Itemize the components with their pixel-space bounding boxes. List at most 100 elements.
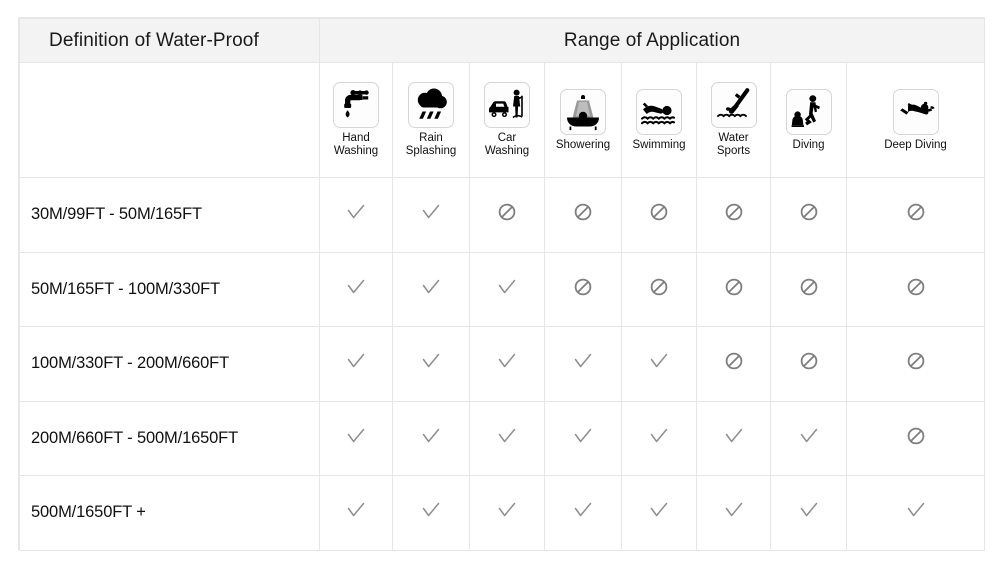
column-header-label-line2: Sports bbox=[716, 145, 751, 157]
check-icon bbox=[648, 425, 670, 447]
check-icon bbox=[723, 499, 745, 521]
column-header-showering-icon[interactable]: Showering bbox=[544, 62, 622, 178]
matrix-cell bbox=[469, 326, 545, 402]
column-header-faucet-hand-washing-icon[interactable]: Hand Washing bbox=[319, 62, 393, 178]
column-header-label-line2: Splashing bbox=[405, 145, 457, 157]
check-icon bbox=[345, 499, 367, 521]
matrix-cell bbox=[621, 326, 697, 402]
matrix-cell bbox=[845, 251, 986, 327]
check-icon bbox=[648, 350, 670, 372]
matrix-cell bbox=[621, 475, 697, 551]
column-header-diving-icon[interactable]: Diving bbox=[770, 62, 847, 178]
column-header-car-washing-icon[interactable]: Car Washing bbox=[469, 62, 545, 178]
matrix-cell bbox=[469, 400, 545, 476]
matrix-cell bbox=[696, 177, 771, 253]
check-icon bbox=[905, 499, 927, 521]
diving-icon bbox=[785, 88, 832, 135]
column-header-rain-cloud-icon[interactable]: Rain Splashing bbox=[392, 62, 470, 178]
matrix-cell bbox=[621, 177, 697, 253]
matrix-cell bbox=[319, 251, 393, 327]
matrix-cell bbox=[770, 251, 847, 327]
table-row: 30M/99FT - 50M/165FT bbox=[19, 177, 986, 253]
matrix-cell bbox=[469, 475, 545, 551]
depth-range-label: 100M/330FT - 200M/660FT bbox=[19, 326, 320, 402]
header-title-row: Definition of Water-Proof Range of Appli… bbox=[19, 18, 986, 63]
prohibited-icon bbox=[648, 201, 670, 223]
matrix-cell bbox=[696, 475, 771, 551]
matrix-cell bbox=[469, 251, 545, 327]
column-header-label-line2: Washing bbox=[333, 145, 379, 157]
check-icon bbox=[798, 425, 820, 447]
check-icon bbox=[572, 350, 594, 372]
matrix-cell bbox=[544, 475, 622, 551]
prohibited-icon bbox=[723, 201, 745, 223]
matrix-table: Definition of Water-Proof Range of Appli… bbox=[19, 18, 986, 551]
check-icon bbox=[345, 350, 367, 372]
check-icon bbox=[420, 276, 442, 298]
check-icon bbox=[420, 499, 442, 521]
prohibited-icon bbox=[572, 201, 594, 223]
column-header-label: Rain bbox=[419, 132, 443, 145]
faucet-hand-washing-icon bbox=[333, 82, 379, 129]
column-header-label: Water bbox=[718, 132, 749, 145]
check-icon bbox=[420, 425, 442, 447]
prohibited-icon bbox=[572, 276, 594, 298]
matrix-cell bbox=[770, 177, 847, 253]
check-icon bbox=[496, 350, 518, 372]
prohibited-icon bbox=[905, 350, 927, 372]
prohibited-icon bbox=[496, 201, 518, 223]
matrix-cell bbox=[845, 326, 986, 402]
prohibited-icon bbox=[723, 350, 745, 372]
matrix-cell bbox=[544, 251, 622, 327]
prohibited-icon bbox=[648, 276, 670, 298]
column-header-label: Car bbox=[497, 132, 517, 145]
check-icon bbox=[345, 425, 367, 447]
depth-range-label: 30M/99FT - 50M/165FT bbox=[19, 177, 320, 253]
range-header-cell: Range of Application bbox=[318, 18, 986, 63]
matrix-cell bbox=[319, 326, 393, 402]
column-header-water-sports-diver-icon[interactable]: Water Sports bbox=[696, 62, 771, 178]
prohibited-icon bbox=[798, 350, 820, 372]
matrix-cell bbox=[392, 326, 470, 402]
check-icon bbox=[572, 425, 594, 447]
check-icon bbox=[420, 350, 442, 372]
column-header-deep-diving-scuba-icon[interactable]: Deep Diving bbox=[845, 62, 986, 178]
matrix-cell bbox=[696, 326, 771, 402]
definition-header-cell: Definition of Water-Proof bbox=[19, 18, 320, 63]
check-icon bbox=[648, 499, 670, 521]
check-icon bbox=[798, 499, 820, 521]
check-icon bbox=[345, 201, 367, 223]
check-icon bbox=[572, 499, 594, 521]
table-row: 100M/330FT - 200M/660FT bbox=[19, 326, 986, 402]
prohibited-icon bbox=[905, 276, 927, 298]
matrix-cell bbox=[845, 475, 986, 551]
check-icon bbox=[496, 425, 518, 447]
prohibited-icon bbox=[798, 276, 820, 298]
matrix-cell bbox=[392, 400, 470, 476]
deep-diving-scuba-icon bbox=[892, 88, 939, 135]
matrix-cell bbox=[319, 177, 393, 253]
showering-icon bbox=[560, 88, 606, 135]
matrix-cell bbox=[621, 251, 697, 327]
depth-range-label: 50M/165FT - 100M/330FT bbox=[19, 251, 320, 327]
matrix-cell bbox=[696, 251, 771, 327]
column-header-label: Diving bbox=[792, 138, 825, 151]
depth-range-label: 200M/660FT - 500M/1650FT bbox=[19, 400, 320, 476]
matrix-cell bbox=[770, 326, 847, 402]
matrix-cell bbox=[621, 400, 697, 476]
prohibited-icon bbox=[905, 201, 927, 223]
column-header-label-line2: Washing bbox=[484, 145, 530, 157]
matrix-cell bbox=[845, 177, 986, 253]
water-sports-diver-icon bbox=[710, 82, 757, 129]
check-icon bbox=[496, 499, 518, 521]
matrix-cell bbox=[544, 177, 622, 253]
rain-cloud-icon bbox=[408, 82, 454, 129]
icon-header-row: Hand Washing Rain Splashing Car Washing … bbox=[19, 62, 986, 178]
check-icon bbox=[496, 276, 518, 298]
matrix-cell bbox=[696, 400, 771, 476]
column-header-swimming-icon[interactable]: Swimming bbox=[621, 62, 697, 178]
column-header-label: Showering bbox=[555, 138, 611, 151]
matrix-cell bbox=[544, 400, 622, 476]
column-header-label: Deep Diving bbox=[884, 138, 947, 151]
matrix-cell bbox=[319, 400, 393, 476]
